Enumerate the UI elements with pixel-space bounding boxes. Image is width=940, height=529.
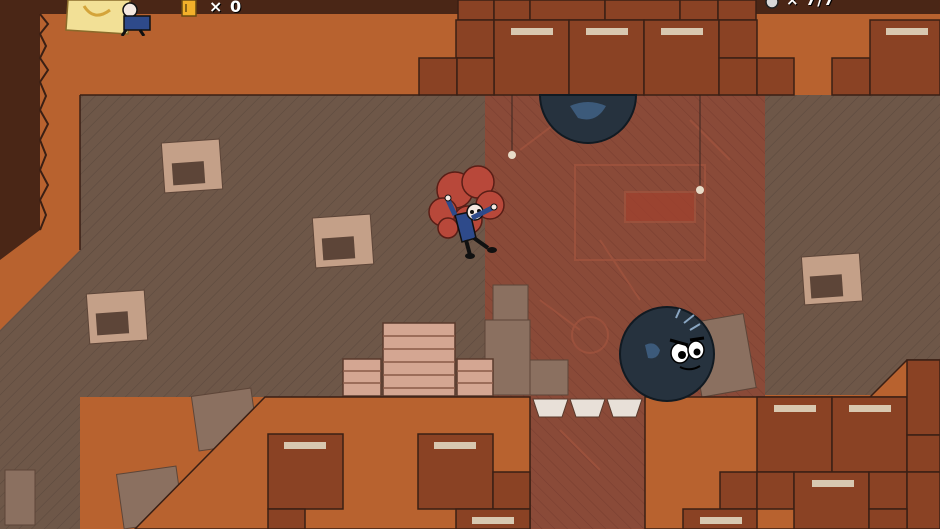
floor-poster (160, 138, 224, 194)
right-counter: × 7/7 (786, 0, 836, 9)
floor-poster (311, 213, 375, 269)
game-scene (0, 0, 940, 529)
game-viewport: × 0 × 7/7 (0, 0, 940, 529)
coin-icon (181, 0, 197, 17)
coin-counter: × 0 (209, 0, 243, 16)
player-portrait-icon (120, 2, 151, 36)
dark-wall-left (0, 0, 40, 260)
cup-row (532, 398, 643, 418)
floor-poster (800, 252, 864, 306)
bomb-enemy (619, 306, 715, 402)
gear-icon (765, 0, 779, 9)
floor-poster (85, 289, 149, 345)
